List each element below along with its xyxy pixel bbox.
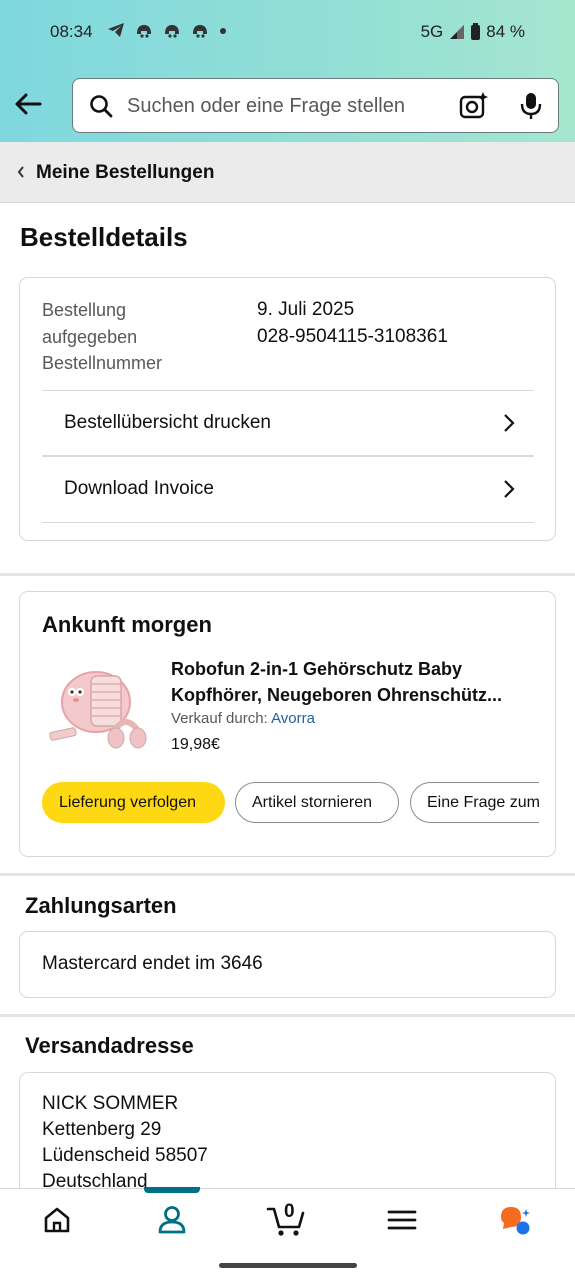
chevron-right-icon	[504, 414, 515, 432]
battery-level: 84 %	[486, 22, 525, 41]
chevron-right-icon	[504, 480, 515, 498]
product-title-line1: Robofun 2-in-1 Gehörschutz Baby	[171, 659, 463, 679]
section-separator	[0, 573, 575, 576]
account-icon[interactable]	[155, 1203, 189, 1237]
seller-prefix: Verkauf durch:	[171, 710, 268, 727]
address-street: Kettenberg 29	[42, 1119, 162, 1140]
microphone-icon[interactable]	[518, 91, 544, 121]
order-number: 028-9504115-3108361	[257, 325, 448, 347]
order-info-labels: Bestellung aufgegeben Bestellnummer	[42, 297, 232, 377]
chevron-left-icon	[17, 166, 24, 178]
status-time: 08:34	[50, 22, 93, 41]
address-city: Lüdenscheid 58507	[42, 1145, 208, 1166]
shipment-card: Ankunft morgen Robofun 2-in-1 Gehörschut…	[19, 591, 556, 857]
cancel-item-button[interactable]: Artikel stornieren	[235, 782, 399, 823]
seller-link[interactable]: Avorra	[271, 710, 315, 727]
product-title[interactable]: Robofun 2-in-1 Gehörschutz Baby Kopfhöre…	[171, 656, 541, 708]
search-placeholder: Suchen oder eine Frage stellen	[127, 95, 405, 117]
status-right: 5G 84 %	[421, 22, 525, 42]
back-arrow-icon[interactable]	[12, 88, 44, 120]
section-separator	[0, 1014, 575, 1017]
signal-icon	[450, 25, 465, 39]
shipping-heading: Versandadresse	[25, 1033, 194, 1058]
notification-icons	[107, 22, 227, 38]
search-input[interactable]: Suchen oder eine Frage stellen	[72, 78, 559, 133]
bottom-navigation: 0	[0, 1187, 575, 1280]
section-separator	[0, 873, 575, 876]
active-tab-indicator	[144, 1187, 200, 1193]
cart-button[interactable]: 0	[266, 1201, 306, 1239]
app-notification-icon	[137, 25, 151, 38]
gesture-bar	[219, 1263, 357, 1268]
print-summary-label: Bestellübersicht drucken	[64, 412, 271, 433]
cart-count: 0	[284, 1201, 295, 1222]
seller-info: Verkauf durch: Avorra	[171, 710, 315, 727]
order-info-card: Bestellung aufgegeben Bestellnummer 9. J…	[19, 277, 556, 541]
order-label-number: Bestellnummer	[42, 353, 163, 373]
status-bar: 08:34 5G 84 %	[0, 0, 575, 64]
app-notification-icon	[165, 25, 179, 38]
page-title: Bestelldetails	[20, 222, 188, 252]
payment-heading: Zahlungsarten	[25, 893, 177, 918]
order-label-placed-2: aufgegeben	[42, 326, 138, 347]
download-invoice-label: Download Invoice	[64, 478, 214, 499]
shipment-actions: Lieferung verfolgen Artikel stornieren E…	[42, 782, 539, 824]
payment-card: Mastercard endet im 3646	[19, 931, 556, 998]
breadcrumb-label: Meine Bestellungen	[36, 162, 215, 183]
divider	[42, 522, 534, 523]
print-summary-row[interactable]: Bestellübersicht drucken	[20, 391, 557, 455]
more-dot-icon	[220, 28, 226, 34]
order-info-values: 9. Juli 2025 028-9504115-3108361	[257, 297, 448, 350]
shipment-status: Ankunft morgen	[42, 612, 212, 637]
rufus-icon[interactable]	[499, 1203, 533, 1237]
app-header: 08:34 5G 84 % Suchen oder eine Frage ste…	[0, 0, 575, 142]
network-type: 5G	[420, 22, 444, 41]
battery-icon	[471, 22, 481, 40]
camera-search-icon[interactable]	[459, 91, 489, 121]
search-icon	[90, 95, 113, 118]
app-notification-icon	[193, 25, 207, 38]
breadcrumb[interactable]: Meine Bestellungen	[0, 142, 575, 203]
telegram-icon	[108, 23, 124, 37]
order-label-placed: Bestellung	[42, 300, 127, 320]
menu-icon[interactable]	[385, 1203, 419, 1237]
payment-method: Mastercard endet im 3646	[42, 953, 263, 974]
product-image[interactable]	[46, 662, 150, 752]
home-icon[interactable]	[40, 1203, 74, 1237]
track-delivery-button[interactable]: Lieferung verfolgen	[42, 782, 225, 823]
ask-question-button[interactable]: Eine Frage zum	[410, 782, 539, 823]
product-title-line2: Kopfhörer, Neugeboren Ohrenschütz...	[171, 685, 503, 705]
download-invoice-row[interactable]: Download Invoice	[20, 457, 557, 521]
address-name: NICK SOMMER	[42, 1093, 179, 1114]
order-date: 9. Juli 2025	[257, 299, 355, 320]
product-price: 19,98€	[171, 736, 220, 753]
